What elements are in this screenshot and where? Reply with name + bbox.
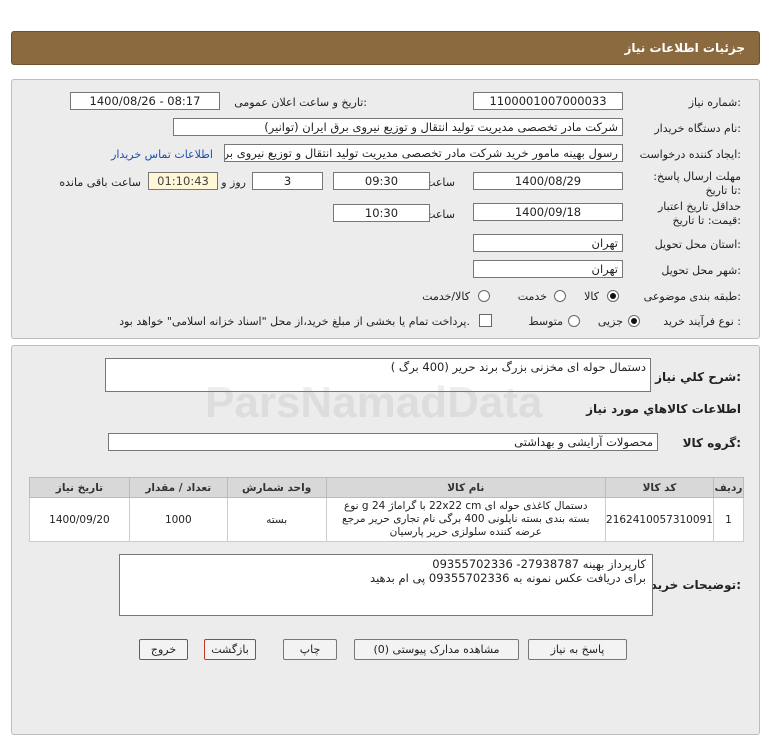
goods-group-label: گروه کالا: — [682, 436, 741, 450]
reply-deadline-label: مهلت ارسال پاسخ: تا تاریخ: — [653, 170, 741, 197]
buyer-notes-field: کارپرداز بهینه 27938787- 09355702336 برا… — [119, 554, 653, 616]
col-item-name: نام کالا — [325, 477, 606, 498]
cell-unit: بسته — [226, 497, 327, 542]
need-info-panel: شماره نیاز: 1100001007000033 تاریخ و ساع… — [11, 79, 760, 339]
category-label: طبقه بندی موضوعی: — [643, 290, 741, 303]
category-option-goods: کالا — [584, 290, 599, 303]
attachments-button[interactable]: مشاهده مدارک پیوستی (0) — [354, 639, 519, 660]
remaining-label: ساعت باقی مانده — [59, 176, 141, 189]
reply-button[interactable]: پاسخ به نیاز — [528, 639, 627, 660]
reply-date-field: 1400/08/29 — [473, 172, 623, 190]
buyer-org-field: شرکت مادر تخصصی مدیریت تولید انتقال و تو… — [173, 118, 623, 136]
col-need-date: تاریخ نیاز — [29, 477, 130, 498]
announce-label: تاریخ و ساعت اعلان عمومی: — [234, 96, 367, 109]
process-option-medium: متوسط — [528, 315, 563, 328]
need-number-field: 1100001007000033 — [473, 92, 623, 110]
cell-quantity: 1000 — [128, 497, 228, 542]
buyer-notes-line-1: کارپرداز بهینه 27938787- 09355702336 — [432, 557, 646, 571]
province-label: استان محل تحویل: — [654, 238, 741, 251]
category-radio-service[interactable] — [554, 290, 566, 302]
page-title: جزئیات اطلاعات نیاز — [624, 41, 745, 55]
goods-group-field: محصولات آرایشی و بهداشتی — [108, 433, 658, 451]
requester-label: ایجاد کننده درخواست: — [639, 148, 741, 161]
reply-time-field: 09:30 — [333, 172, 430, 190]
category-option-service: خدمت — [517, 290, 547, 303]
cell-item-code: 2162410057310091 — [604, 497, 714, 542]
col-row-index: ردیف — [712, 477, 745, 498]
requester-field: رسول بهینه مامور خرید شرکت مادر تخصصی مد… — [224, 144, 623, 162]
buyer-contact-link[interactable]: اطلاعات تماس خریدار — [111, 148, 213, 161]
announce-field: 1400/08/26 - 08:17 — [70, 92, 220, 110]
process-radio-minor[interactable] — [628, 315, 640, 327]
category-radio-goods[interactable] — [607, 290, 619, 302]
col-quantity: تعداد / مقدار — [128, 477, 228, 498]
print-button[interactable]: چاپ — [283, 639, 337, 660]
province-field: تهران — [473, 234, 623, 252]
process-option-minor: جزیی — [597, 315, 623, 328]
category-radio-goods-service[interactable] — [478, 290, 490, 302]
buyer-notes-line-2: برای دریافت عکس نمونه به 09355702336 پی … — [370, 571, 646, 585]
summary-label: شرح کلي نياز: — [655, 370, 741, 384]
exit-button[interactable]: خروج — [139, 639, 188, 660]
goods-section-title: اطلاعات کالاهاي مورد نياز — [586, 402, 741, 416]
goods-table-header: تاریخ نیاز تعداد / مقدار واحد شمارش نام … — [29, 477, 745, 498]
goods-table: تاریخ نیاز تعداد / مقدار واحد شمارش نام … — [29, 477, 745, 542]
payment-checkbox[interactable] — [479, 314, 492, 327]
remaining-time-field: 01:10:43 — [148, 172, 218, 190]
buyer-org-label: نام دستگاه خریدار: — [654, 122, 741, 135]
validity-date-field: 1400/09/18 — [473, 203, 623, 221]
goods-panel: شرح کلي نياز: دستمال حوله ای مخزنی بزرگ … — [11, 345, 760, 735]
city-field: تهران — [473, 260, 623, 278]
days-label: روز و — [221, 176, 246, 189]
need-number-label: شماره نیاز: — [688, 96, 741, 109]
validity-label: حداقل تاریخ اعتبار قیمت: تا تاریخ: — [657, 200, 741, 227]
process-label: نوع فرآیند خرید : — [663, 315, 741, 328]
cell-need-date: 1400/09/20 — [29, 497, 130, 542]
process-radio-medium[interactable] — [568, 315, 580, 327]
validity-time-field: 10:30 — [333, 204, 430, 222]
page: جزئیات اطلاعات نیاز شماره نیاز: 11000010… — [0, 0, 770, 745]
summary-field: دستمال حوله ای مخزنی بزرگ برند حریر (400… — [105, 358, 651, 392]
page-header: جزئیات اطلاعات نیاز — [11, 31, 760, 65]
cell-item-name: دستمال کاغذی حوله ای 22x22 cm با گراماژ … — [325, 497, 606, 542]
days-field: 3 — [252, 172, 323, 190]
city-label: شهر محل تحویل: — [661, 264, 741, 277]
cell-row-index: 1 — [712, 497, 745, 542]
payment-text: پرداخت تمام یا بخشی از مبلغ خرید،از محل … — [119, 315, 470, 328]
category-option-goods-service: کالا/خدمت — [422, 290, 470, 303]
col-item-code: کد کالا — [604, 477, 714, 498]
table-row: 1400/09/20 1000 بسته دستمال کاغذی حوله ا… — [29, 497, 745, 542]
col-unit: واحد شمارش — [226, 477, 327, 498]
buyer-notes-label: توضیحات خریدار: — [639, 578, 741, 592]
back-button[interactable]: بازگشت — [204, 639, 256, 660]
